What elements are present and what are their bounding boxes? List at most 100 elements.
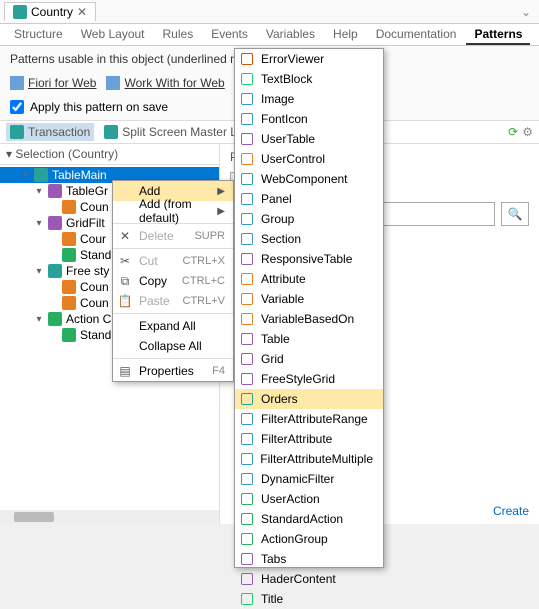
add-item-title[interactable]: Title <box>235 589 383 609</box>
pattern-icon <box>10 76 24 90</box>
type-icon <box>239 492 255 506</box>
add-item-panel[interactable]: Panel <box>235 189 383 209</box>
tab-web-layout[interactable]: Web Layout <box>73 24 153 45</box>
ctx-icon: ✕ <box>117 229 133 243</box>
ctx-shortcut: CTRL+V <box>183 295 226 307</box>
ctx-label: Add (from default) <box>139 197 211 225</box>
tree-item-label: Coun <box>80 200 109 214</box>
tree-item-label: Free sty <box>66 264 109 278</box>
add-item-label: Attribute <box>261 272 306 286</box>
expand-icon[interactable]: ▾ <box>34 266 44 277</box>
tree-item-label: Stand <box>80 248 111 262</box>
document-tab[interactable]: Country ✕ <box>4 2 96 21</box>
add-item-filterattributerange[interactable]: FilterAttributeRange <box>235 409 383 429</box>
add-item-image[interactable]: Image <box>235 89 383 109</box>
apply-checkbox[interactable] <box>10 100 24 114</box>
add-item-hadercontent[interactable]: HaderContent <box>235 569 383 589</box>
close-icon[interactable]: ✕ <box>77 5 87 19</box>
add-item-label: Variable <box>261 292 304 306</box>
expand-icon[interactable]: ▾ <box>34 218 44 229</box>
add-item-dynamicfilter[interactable]: DynamicFilter <box>235 469 383 489</box>
ctx-paste: 📋PasteCTRL+V <box>113 291 233 311</box>
tab-variables[interactable]: Variables <box>258 24 323 45</box>
tab-help[interactable]: Help <box>325 24 366 45</box>
pattern-icon <box>106 76 120 90</box>
add-item-usercontrol[interactable]: UserControl <box>235 149 383 169</box>
tab-structure[interactable]: Structure <box>6 24 71 45</box>
tree-item-label: Coun <box>80 296 109 310</box>
add-item-label: HaderContent <box>261 572 336 586</box>
add-item-variable[interactable]: Variable <box>235 289 383 309</box>
tree-item-label: Cour <box>80 232 106 246</box>
tree-scrollbar[interactable] <box>0 510 219 524</box>
gear-icon[interactable]: ⚙ <box>522 125 533 139</box>
tree-item-label: Stand <box>80 328 111 342</box>
search-button[interactable]: 🔍 <box>501 202 529 226</box>
ctx-icon: ✂ <box>117 254 133 268</box>
expand-icon[interactable]: ▾ <box>20 170 30 181</box>
tab-documentation[interactable]: Documentation <box>368 24 465 45</box>
add-item-webcomponent[interactable]: WebComponent <box>235 169 383 189</box>
add-item-table[interactable]: Table <box>235 329 383 349</box>
pattern-link[interactable]: Work With for Web <box>106 76 224 90</box>
ctx-add-from-default-[interactable]: Add (from default)▶ <box>113 201 233 221</box>
pattern-link-label: Work With for Web <box>124 76 224 90</box>
add-item-tabs[interactable]: Tabs <box>235 549 383 569</box>
add-item-section[interactable]: Section <box>235 229 383 249</box>
add-item-orders[interactable]: Orders <box>235 389 383 409</box>
add-item-freestylegrid[interactable]: FreeStyleGrid <box>235 369 383 389</box>
add-item-useraction[interactable]: UserAction <box>235 489 383 509</box>
add-item-filterattributemultiple[interactable]: FilterAttributeMultiple <box>235 449 383 469</box>
node-icon <box>62 248 76 262</box>
add-item-filterattribute[interactable]: FilterAttribute <box>235 429 383 449</box>
add-item-usertable[interactable]: UserTable <box>235 129 383 149</box>
add-item-label: Tabs <box>261 552 286 566</box>
create-link[interactable]: Create <box>493 504 529 518</box>
toolbar-item[interactable]: Transaction <box>6 123 94 141</box>
ctx-delete: ✕DeleteSUPR <box>113 226 233 246</box>
ctx-properties[interactable]: ▤PropertiesF4 <box>113 361 233 381</box>
add-item-label: FilterAttributeMultiple <box>260 452 373 466</box>
ctx-expand-all[interactable]: Expand All <box>113 316 233 336</box>
apply-label: Apply this pattern on save <box>30 100 168 114</box>
add-item-grid[interactable]: Grid <box>235 349 383 369</box>
add-item-label: ResponsiveTable <box>261 252 352 266</box>
type-icon <box>239 512 255 526</box>
add-item-label: FilterAttributeRange <box>261 412 368 426</box>
add-item-label: FilterAttribute <box>261 432 332 446</box>
chevron-down-icon[interactable]: ⌄ <box>521 5 531 19</box>
add-item-label: Group <box>261 212 294 226</box>
tree-item-label: TableGr <box>66 184 108 198</box>
add-submenu[interactable]: ErrorViewerTextBlockImageFontIconUserTab… <box>234 48 384 568</box>
ctx-copy[interactable]: ⧉CopyCTRL+C <box>113 271 233 291</box>
add-item-textblock[interactable]: TextBlock <box>235 69 383 89</box>
pattern-link[interactable]: Fiori for Web <box>10 76 96 90</box>
type-icon <box>239 532 255 546</box>
add-item-actiongroup[interactable]: ActionGroup <box>235 529 383 549</box>
type-icon <box>239 572 255 586</box>
toolbar-item[interactable]: Split Screen Master List <box>100 123 253 141</box>
add-item-attribute[interactable]: Attribute <box>235 269 383 289</box>
add-item-responsivetable[interactable]: ResponsiveTable <box>235 249 383 269</box>
expand-icon[interactable]: ▾ <box>34 186 44 197</box>
add-item-errorviewer[interactable]: ErrorViewer <box>235 49 383 69</box>
tab-events[interactable]: Events <box>203 24 256 45</box>
tab-rules[interactable]: Rules <box>155 24 202 45</box>
add-item-label: DynamicFilter <box>261 472 334 486</box>
context-menu[interactable]: Add▶Add (from default)▶✕DeleteSUPR✂CutCT… <box>112 180 234 382</box>
add-item-group[interactable]: Group <box>235 209 383 229</box>
node-icon <box>48 216 62 230</box>
node-icon <box>62 296 76 310</box>
type-icon <box>239 272 255 286</box>
node-icon <box>48 184 62 198</box>
add-item-standardaction[interactable]: StandardAction <box>235 509 383 529</box>
add-item-variablebasedon[interactable]: VariableBasedOn <box>235 309 383 329</box>
add-item-label: StandardAction <box>261 512 343 526</box>
ctx-cut: ✂CutCTRL+X <box>113 251 233 271</box>
refresh-icon[interactable]: ⟳ <box>508 125 518 139</box>
expand-icon[interactable]: ▾ <box>34 314 44 325</box>
ctx-label: Properties <box>139 364 206 378</box>
tab-patterns[interactable]: Patterns <box>466 24 530 45</box>
ctx-collapse-all[interactable]: Collapse All <box>113 336 233 356</box>
add-item-fonticon[interactable]: FontIcon <box>235 109 383 129</box>
